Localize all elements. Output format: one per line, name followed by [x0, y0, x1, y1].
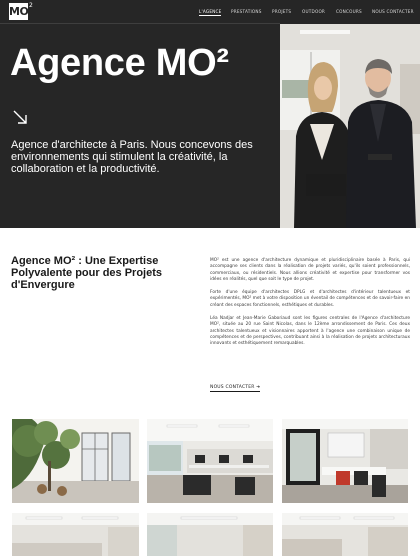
founders-photo [280, 24, 420, 228]
nav-divider [0, 23, 280, 24]
gallery-photo-office-2[interactable] [12, 513, 139, 556]
gallery-photo-meeting-room[interactable] [282, 419, 408, 503]
intro-paragraph: MO² est une agence d'architecture dynami… [210, 258, 410, 282]
hero-section: MO 2 L'AGENCE PRESTATIONS PROJETS OUTDOO… [0, 0, 420, 228]
nav-item-concours[interactable]: CONCOURS [336, 9, 362, 14]
logo-superscript: 2 [29, 2, 33, 9]
arrow-down-right-icon [13, 110, 27, 124]
hero-title: Agence MO² [10, 42, 229, 84]
contact-link[interactable]: NOUS CONTACTER ➔ [210, 385, 261, 392]
main-menu: L'AGENCE PRESTATIONS PROJETS OUTDOOR CON… [0, 9, 420, 17]
gallery-photo-office-1[interactable] [147, 419, 273, 503]
top-navigation: MO 2 L'AGENCE PRESTATIONS PROJETS OUTDOO… [0, 0, 420, 24]
nav-item-contact[interactable]: NOUS CONTACTER [372, 9, 414, 14]
nav-item-agence[interactable]: L'AGENCE [199, 9, 222, 16]
nav-item-prestations[interactable]: PRESTATIONS [231, 9, 262, 14]
intro-text: MO² est une agence d'architecture dynami… [210, 258, 410, 355]
intro-paragraph: Léa Nadjar et Jean-Marie Gaboriaud sont … [210, 316, 410, 347]
intro-paragraph: Forte d'une équipe d'architectes DPLG et… [210, 290, 410, 308]
gallery-photo-office-4[interactable] [282, 513, 408, 556]
gallery-photo-courtyard[interactable] [12, 419, 139, 503]
intro-heading: Agence MO² : Une Expertise Polyvalente p… [11, 255, 162, 291]
nav-item-projets[interactable]: PROJETS [272, 9, 291, 14]
gallery-photo-office-3[interactable] [147, 513, 273, 556]
hero-tagline: Agence d'architecte à Paris. Nous concev… [11, 139, 253, 175]
nav-item-outdoor[interactable]: OUTDOOR [302, 9, 325, 14]
